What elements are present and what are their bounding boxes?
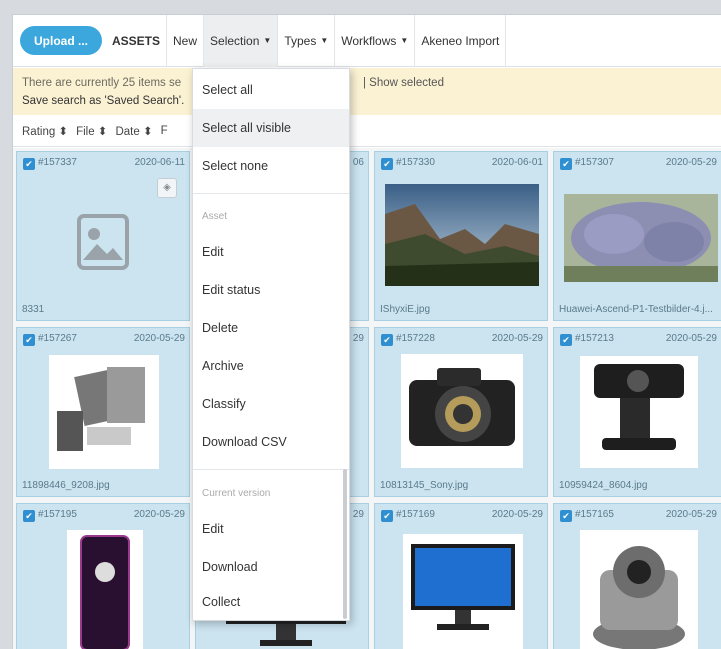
asset-date: 2020-05-29 xyxy=(665,333,717,344)
info-bar: There are currently 25 items se Save sea… xyxy=(13,68,721,115)
checkbox-checked-icon[interactable]: ✔ xyxy=(23,158,35,170)
menu-item-version-edit[interactable]: Edit xyxy=(193,510,349,548)
akeneo-import-menu[interactable]: Akeneo Import xyxy=(415,15,507,67)
asset-id: #157307 xyxy=(575,157,614,168)
menu-item-select-all-visible[interactable]: Select all visible xyxy=(193,109,349,147)
asset-filename: 10959424_8604.jpg xyxy=(559,480,648,491)
devices-thumbnail xyxy=(49,355,159,469)
asset-filename: 8331 xyxy=(22,304,45,315)
selection-menu[interactable]: Selection ▼ xyxy=(204,15,279,67)
asset-filename: IShyxiE.jpg xyxy=(380,304,431,315)
checkbox-checked-icon[interactable]: ✔ xyxy=(560,334,572,346)
save-search-link[interactable]: Save search as 'Saved Search'. xyxy=(22,92,713,110)
selection-dropdown: Select all Select all visible Select non… xyxy=(192,68,350,621)
selection-label: Selection xyxy=(210,33,260,48)
lavender-thumbnail xyxy=(564,194,718,282)
asset-tile[interactable]: ✔ #157213 2020-05-29 10959424_8604.jpg xyxy=(553,327,721,497)
asset-id: #157330 xyxy=(396,157,435,168)
asset-id: #157195 xyxy=(38,509,77,520)
asset-id: #157169 xyxy=(396,509,435,520)
ptz-camera-thumbnail xyxy=(580,530,698,649)
asset-id: #157228 xyxy=(396,333,435,344)
upload-button[interactable]: Upload ... xyxy=(20,26,102,55)
menu-item-select-none[interactable]: Select none xyxy=(193,147,349,185)
asset-date: 06 xyxy=(352,157,364,168)
caret-down-icon: ▼ xyxy=(320,36,329,45)
checkbox-checked-icon[interactable]: ✔ xyxy=(23,334,35,346)
menu-divider xyxy=(193,469,349,470)
asset-filename: Huawei-Ascend-P1-Testbilder-4.j... xyxy=(559,304,713,315)
sort-file[interactable]: File ⬍ xyxy=(76,124,107,138)
asset-date: 2020-05-29 xyxy=(133,333,185,344)
asset-tile[interactable]: ✔ #157228 2020-05-29 10813145_Sony.jpg xyxy=(374,327,548,497)
asset-date: 2020-06-11 xyxy=(134,157,185,168)
menu-item-edit[interactable]: Edit xyxy=(193,233,349,271)
asset-tile[interactable]: ✔ #157165 2020-05-29 xyxy=(553,503,721,649)
checkbox-checked-icon[interactable]: ✔ xyxy=(560,510,572,522)
asset-filename: 10813145_Sony.jpg xyxy=(380,480,469,491)
types-label: Types xyxy=(284,33,317,48)
menu-item-classify[interactable]: Classify xyxy=(193,385,349,423)
asset-id: #157337 xyxy=(38,157,77,168)
menu-item-archive[interactable]: Archive xyxy=(193,347,349,385)
asset-id: #157165 xyxy=(575,509,614,520)
sort-bar: Rating ⬍ File ⬍ Date ⬍ F xyxy=(13,116,721,147)
landscape-thumbnail xyxy=(385,184,539,286)
app-window: Upload ... ASSETS New Selection ▼ Types ▼ … xyxy=(12,14,721,649)
caret-down-icon: ▼ xyxy=(400,36,409,45)
menu-item-edit-status[interactable]: Edit status xyxy=(193,271,349,309)
show-selected-link[interactable]: | Show selected xyxy=(363,74,444,92)
asset-date: 29 xyxy=(352,333,364,344)
checkbox-checked-icon[interactable]: ✔ xyxy=(381,334,393,346)
workflows-menu[interactable]: Workflows ▼ xyxy=(335,15,416,67)
asset-grid: ✔ #157337 2020-06-11 ◈ 8331 06 ✔ #157330… xyxy=(13,148,721,649)
checkbox-checked-icon[interactable]: ✔ xyxy=(560,158,572,170)
menu-item-collect[interactable]: Collect xyxy=(193,583,349,621)
asset-date: 2020-05-29 xyxy=(491,509,543,520)
asset-date: 2020-05-29 xyxy=(491,333,543,344)
menu-scrollbar[interactable] xyxy=(343,469,347,619)
camera-thumbnail xyxy=(401,354,523,468)
checkbox-checked-icon[interactable]: ✔ xyxy=(23,510,35,522)
asset-tile[interactable]: ✔ #157307 2020-05-29 Huawei-Ascend-P1-Te… xyxy=(553,151,721,321)
sort-date[interactable]: Date ⬍ xyxy=(115,124,152,138)
media-player-thumbnail xyxy=(67,530,143,649)
menu-divider xyxy=(193,193,349,194)
caret-down-icon: ▼ xyxy=(263,36,272,45)
new-menu[interactable]: New xyxy=(167,15,205,67)
menu-item-select-all[interactable]: Select all xyxy=(193,71,349,109)
toolbar: Upload ... ASSETS New Selection ▼ Types ▼ … xyxy=(13,15,721,67)
asset-id: #157267 xyxy=(38,333,77,344)
asset-date: 2020-05-29 xyxy=(665,157,717,168)
asset-tile[interactable]: ✔ #157337 2020-06-11 ◈ 8331 xyxy=(16,151,190,321)
types-menu[interactable]: Types ▼ xyxy=(278,15,336,67)
asset-tile[interactable]: ✔ #157195 2020-05-29 xyxy=(16,503,190,649)
menu-item-delete[interactable]: Delete xyxy=(193,309,349,347)
monitor-thumbnail xyxy=(403,534,523,649)
menu-header-asset: Asset xyxy=(202,211,228,222)
webcam-thumbnail xyxy=(580,356,698,468)
asset-id: #157213 xyxy=(575,333,614,344)
sort-more[interactable]: F xyxy=(161,125,168,137)
image-placeholder-icon xyxy=(77,214,129,270)
asset-tile[interactable]: ✔ #157169 2020-05-29 xyxy=(374,503,548,649)
sort-rating[interactable]: Rating ⬍ xyxy=(22,124,68,138)
checkbox-checked-icon[interactable]: ✔ xyxy=(381,158,393,170)
asset-date: 2020-05-29 xyxy=(665,509,717,520)
menu-item-download-csv[interactable]: Download CSV xyxy=(193,423,349,461)
asset-filename: 11898446_9208.jpg xyxy=(22,480,110,491)
checkbox-checked-icon[interactable]: ✔ xyxy=(381,510,393,522)
asset-date: 2020-05-29 xyxy=(133,509,185,520)
asset-tile[interactable]: ✔ #157267 2020-05-29 11898446_9208.jpg xyxy=(16,327,190,497)
menu-item-download[interactable]: Download xyxy=(193,548,349,586)
assets-tab[interactable]: ASSETS xyxy=(106,15,168,67)
asset-tile[interactable]: ✔ #157330 2020-06-01 IShyxiE.jpg xyxy=(374,151,548,321)
menu-header-current-version: Current version xyxy=(202,488,271,499)
workflows-label: Workflows xyxy=(341,33,397,48)
cube-icon[interactable]: ◈ xyxy=(157,178,177,198)
asset-date: 2020-06-01 xyxy=(491,157,543,168)
asset-date: 29 xyxy=(352,509,364,520)
